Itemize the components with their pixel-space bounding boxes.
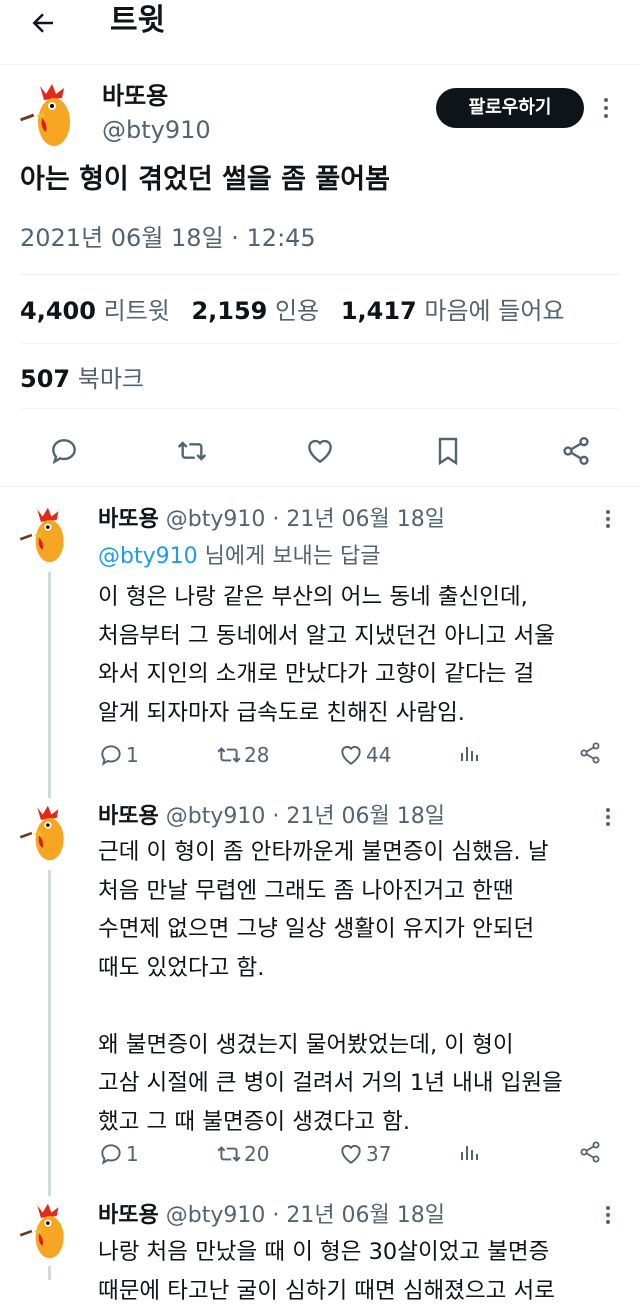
thread-line bbox=[48, 572, 51, 798]
like-heart-icon bbox=[341, 1144, 361, 1164]
thread-line bbox=[48, 870, 51, 1196]
retweet-count: 28 bbox=[244, 742, 270, 767]
reply-header: 바또용 @bty910 · 21년 06월 18일 bbox=[98, 1200, 445, 1232]
more-options-icon[interactable] bbox=[605, 1206, 611, 1228]
top-bar: 트윗 bbox=[0, 0, 640, 65]
quote-label[interactable]: 인용 bbox=[275, 297, 319, 325]
reply-text: 이 형은 나랑 같은 부산의 어느 동네 출신인데, 처음부터 그 동네에서 알… bbox=[98, 584, 555, 726]
retweet-icon bbox=[217, 746, 241, 763]
reply-date[interactable]: · 21년 06월 18일 bbox=[272, 804, 445, 829]
reply-header: 바또용 @bty910 · 21년 06월 18일 bbox=[98, 504, 445, 536]
share-icon[interactable] bbox=[578, 1140, 602, 1164]
reply-header: 바또용 @bty910 · 21년 06월 18일 bbox=[98, 801, 445, 833]
author-name[interactable]: 바또용 bbox=[102, 80, 168, 112]
tweet-timestamp[interactable]: 2021년 06월 18일 · 12:45 bbox=[20, 220, 316, 256]
avatar[interactable] bbox=[18, 804, 76, 862]
reply-text: 나랑 처음 만났을 때 이 형은 30살이었고 불면증 때문에 타고난 굴이 심… bbox=[98, 1239, 555, 1304]
replying-to: @bty910 님에게 보내는 답글 bbox=[98, 541, 381, 573]
tweet-text: 아는 형이 겪었던 썰을 좀 풀어봄 bbox=[20, 164, 390, 195]
bookmark-icon[interactable] bbox=[432, 435, 464, 467]
reply-count: 1 bbox=[126, 742, 139, 767]
more-options-icon[interactable] bbox=[605, 510, 611, 532]
reply-author-handle[interactable]: @bty910 bbox=[166, 1203, 266, 1228]
author-handle[interactable]: @bty910 bbox=[102, 114, 211, 146]
engagement-stats: 4,400 리트윗 2,159 인용 1,417 마음에 들어요 bbox=[20, 294, 579, 328]
like-button[interactable]: 37 bbox=[338, 1138, 391, 1166]
reply-author-handle[interactable]: @bty910 bbox=[166, 804, 266, 829]
reply-author-name[interactable]: 바또용 bbox=[98, 804, 159, 829]
share-icon[interactable] bbox=[578, 741, 602, 765]
reply-count: 1 bbox=[126, 1141, 139, 1166]
reply-button[interactable]: 1 bbox=[98, 739, 139, 767]
analytics-icon[interactable] bbox=[458, 1140, 482, 1164]
reply-date[interactable]: · 21년 06월 18일 bbox=[272, 507, 445, 532]
retweet-icon[interactable] bbox=[176, 435, 208, 467]
retweet-label[interactable]: 리트윗 bbox=[104, 297, 170, 325]
bookmark-count[interactable]: 507 bbox=[20, 365, 70, 393]
follow-button[interactable]: 팔로우하기 bbox=[436, 88, 584, 128]
thread-line bbox=[48, 1266, 51, 1280]
like-count[interactable]: 1,417 bbox=[341, 297, 417, 325]
reply-date[interactable]: · 21년 06월 18일 bbox=[272, 1203, 445, 1228]
bookmark-stats: 507 북마크 bbox=[20, 362, 144, 396]
like-heart-icon bbox=[341, 745, 361, 765]
reply-text: 근데 이 형이 좀 안타까운게 불면증이 심했음. 날 처음 만날 무렵엔 그래… bbox=[98, 839, 563, 1135]
retweet-button[interactable]: 20 bbox=[216, 1138, 269, 1166]
quote-count[interactable]: 2,159 bbox=[191, 297, 267, 325]
reply-button[interactable]: 1 bbox=[98, 1138, 139, 1166]
like-heart-icon[interactable] bbox=[304, 435, 336, 467]
reply-icon bbox=[101, 1143, 121, 1165]
replying-to-suffix: 님에게 보내는 답글 bbox=[197, 544, 381, 569]
reply-author-handle[interactable]: @bty910 bbox=[166, 507, 266, 532]
divider bbox=[0, 486, 640, 487]
more-options-icon[interactable] bbox=[603, 98, 609, 120]
avatar[interactable] bbox=[18, 82, 84, 148]
like-count: 44 bbox=[366, 742, 392, 767]
bookmark-label[interactable]: 북마크 bbox=[78, 365, 144, 393]
reply-icon[interactable] bbox=[48, 435, 80, 467]
reply-author-name[interactable]: 바또용 bbox=[98, 1203, 159, 1228]
back-arrow-icon[interactable] bbox=[28, 8, 58, 38]
retweet-count: 20 bbox=[244, 1141, 270, 1166]
analytics-icon[interactable] bbox=[458, 741, 482, 765]
replying-to-link[interactable]: @bty910 bbox=[98, 544, 198, 569]
retweet-icon bbox=[217, 1145, 241, 1162]
reply-author-name[interactable]: 바또용 bbox=[98, 507, 159, 532]
page-title: 트윗 bbox=[110, 3, 166, 38]
share-icon[interactable] bbox=[560, 435, 592, 467]
divider bbox=[20, 343, 620, 344]
reply-icon bbox=[101, 744, 121, 766]
like-label[interactable]: 마음에 들어요 bbox=[424, 297, 564, 325]
avatar[interactable] bbox=[18, 1202, 76, 1260]
divider bbox=[20, 408, 620, 409]
divider bbox=[20, 274, 620, 275]
more-options-icon[interactable] bbox=[605, 808, 611, 830]
like-count: 37 bbox=[366, 1141, 392, 1166]
avatar[interactable] bbox=[18, 506, 76, 564]
like-button[interactable]: 44 bbox=[338, 739, 391, 767]
retweet-button[interactable]: 28 bbox=[216, 739, 269, 767]
retweet-count[interactable]: 4,400 bbox=[20, 297, 96, 325]
